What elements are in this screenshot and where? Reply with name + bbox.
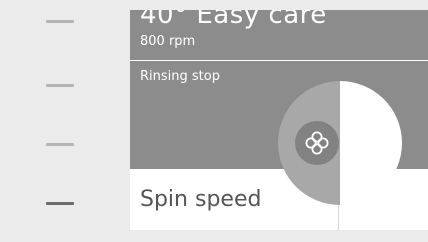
rail-indicator[interactable] xyxy=(46,84,74,87)
rinsing-stop-label: Rinsing stop xyxy=(140,69,220,84)
settings-panel: 40° Easy care 800 rpm Rinsing stop Spin … xyxy=(130,10,428,230)
program-row[interactable]: 40° Easy care 800 rpm xyxy=(130,10,428,60)
dial-knob[interactable] xyxy=(295,121,339,165)
side-rail xyxy=(0,0,118,242)
program-speed: 800 rpm xyxy=(140,34,196,49)
program-title: 40° Easy care xyxy=(140,10,327,30)
flower-icon xyxy=(305,131,329,155)
rail-indicator-active[interactable] xyxy=(46,202,74,205)
spin-speed-label: Spin speed xyxy=(140,187,262,212)
rail-indicator[interactable] xyxy=(46,20,74,23)
rail-indicator[interactable] xyxy=(46,143,74,146)
